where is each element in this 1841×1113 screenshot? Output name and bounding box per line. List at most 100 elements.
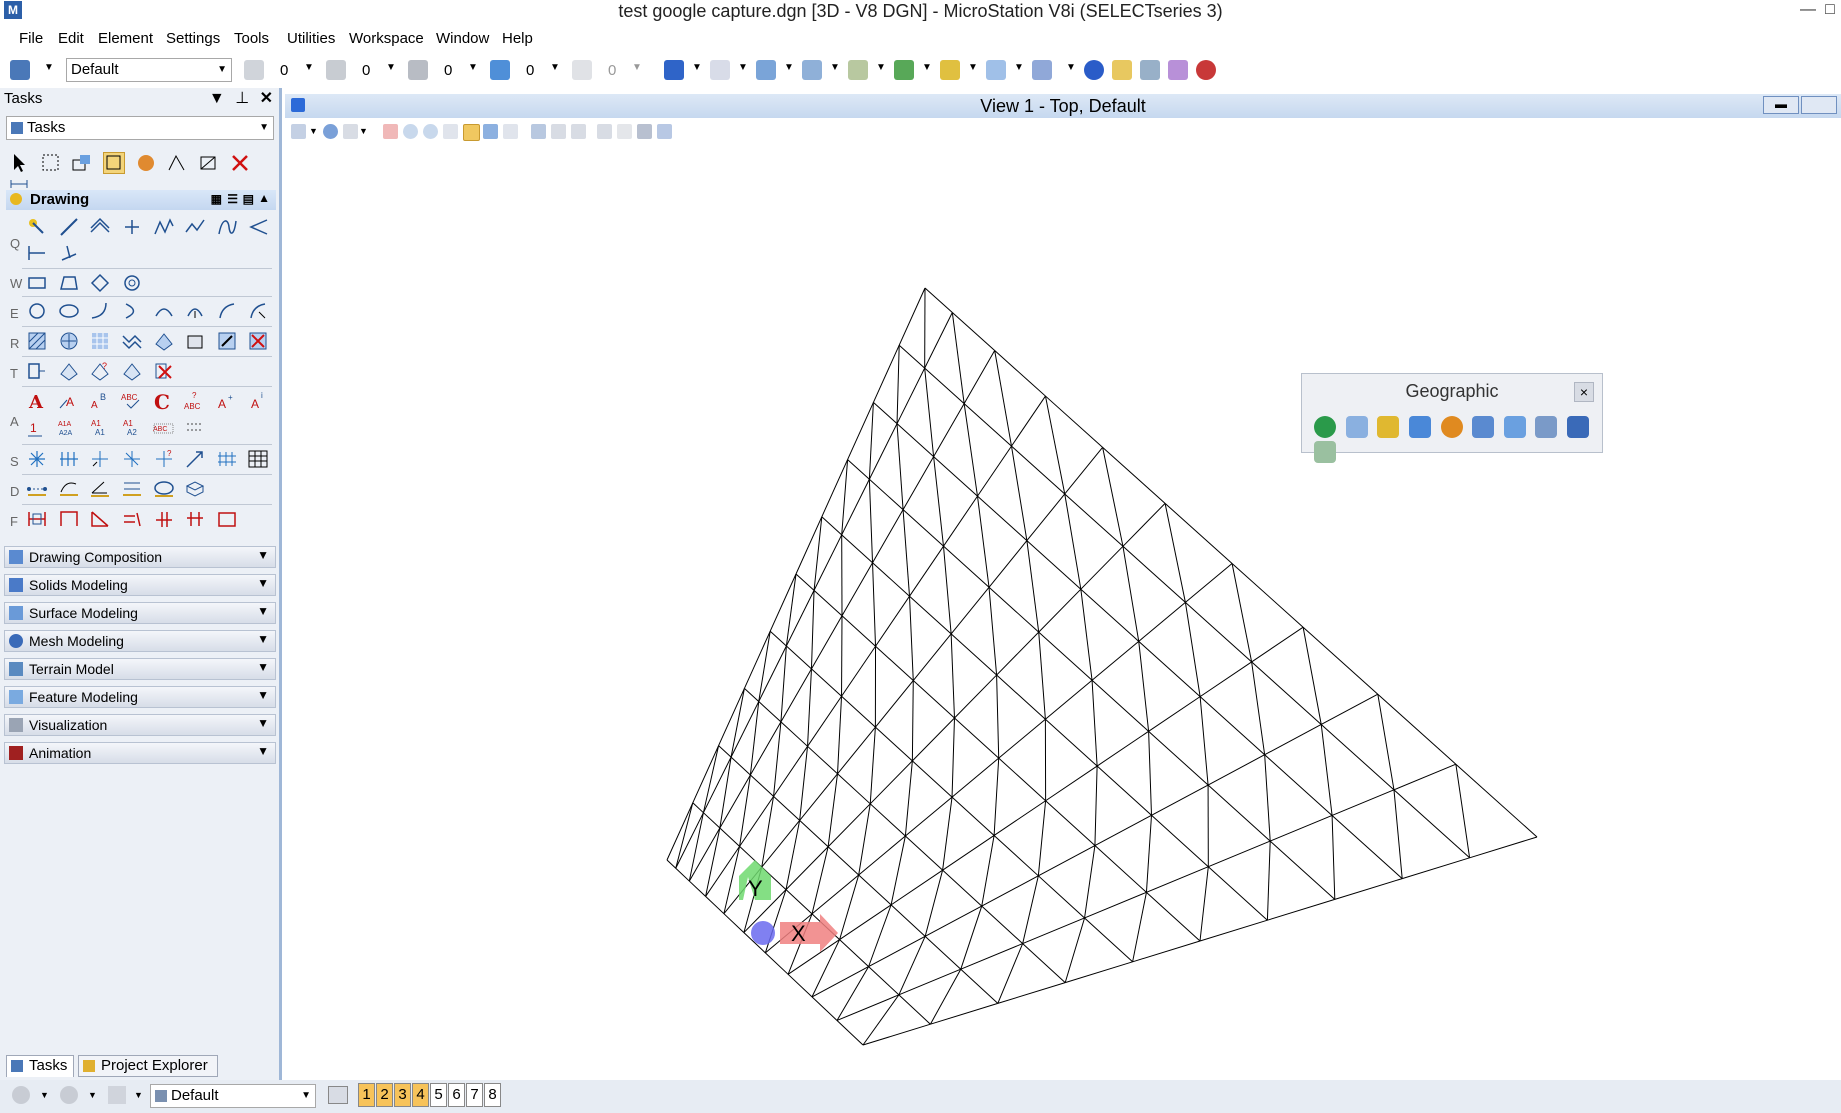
transparency-icon[interactable] bbox=[490, 60, 510, 80]
place-polyline-icon[interactable] bbox=[184, 216, 206, 238]
modify-arc-radius-icon[interactable] bbox=[184, 300, 206, 322]
menu-file[interactable]: File bbox=[19, 30, 43, 47]
view-toggle-3[interactable]: 3 bbox=[394, 1083, 411, 1107]
google-earth-icon[interactable] bbox=[1377, 416, 1400, 438]
place-multiline-icon[interactable] bbox=[89, 216, 111, 238]
place-stream-icon[interactable] bbox=[153, 216, 175, 238]
change-dimension-icon[interactable] bbox=[216, 448, 238, 470]
view-groups-icon[interactable] bbox=[328, 1086, 348, 1104]
fit-view-icon[interactable] bbox=[463, 124, 480, 141]
text-style-icon[interactable]: ABC bbox=[153, 416, 175, 438]
active-level-combo[interactable]: Default ▼ bbox=[66, 58, 232, 82]
tab-tasks[interactable]: Tasks bbox=[6, 1055, 74, 1077]
view-previous-icon[interactable] bbox=[531, 124, 546, 139]
raster-manager-icon[interactable] bbox=[802, 60, 822, 80]
weight-dropdown-arrow-icon[interactable]: ▼ bbox=[468, 62, 478, 73]
view-toggle-1[interactable]: 1 bbox=[358, 1083, 375, 1107]
tool-dropdown-arrow-icon[interactable]: ▼ bbox=[738, 62, 748, 73]
match-pattern-attributes-icon[interactable] bbox=[184, 330, 206, 352]
measure-volume-icon[interactable] bbox=[184, 478, 206, 500]
forward-icon[interactable] bbox=[60, 1086, 78, 1104]
models-icon[interactable] bbox=[756, 60, 776, 80]
select-coordinate-system-icon[interactable] bbox=[1345, 416, 1368, 438]
color-icon[interactable] bbox=[244, 60, 264, 80]
place-arc-icon[interactable] bbox=[89, 300, 111, 322]
priority-dropdown-arrow-icon[interactable]: ▼ bbox=[632, 62, 642, 73]
dimension-ordinate-icon[interactable]: ? bbox=[153, 448, 175, 470]
dimension-linear-icon[interactable] bbox=[58, 448, 80, 470]
detail-view-toggle-icon[interactable]: ▤ bbox=[243, 192, 254, 206]
list-view-toggle-icon[interactable]: ☰ bbox=[227, 192, 238, 206]
place-cell-matrix-icon[interactable] bbox=[58, 360, 80, 382]
follow-google-earth-icon[interactable] bbox=[1503, 416, 1526, 438]
place-half-ellipse-icon[interactable] bbox=[121, 300, 143, 322]
zoom-in-icon[interactable] bbox=[403, 124, 418, 139]
place-circle-icon[interactable] bbox=[26, 300, 48, 322]
tool-dropdown-arrow-icon[interactable]: ▼ bbox=[968, 62, 978, 73]
place-line-icon[interactable] bbox=[58, 216, 80, 238]
manipulate-icon[interactable] bbox=[71, 152, 93, 174]
dimension-radial-icon[interactable] bbox=[121, 448, 143, 470]
section-drawing-composition[interactable]: Drawing Composition ▼ bbox=[4, 546, 276, 568]
place-shape-icon[interactable] bbox=[58, 272, 80, 294]
spell-checker-icon[interactable]: AB bbox=[89, 390, 111, 412]
place-ellipse-icon[interactable] bbox=[58, 300, 80, 322]
modify-element-icon[interactable] bbox=[26, 508, 48, 530]
tool-dropdown-arrow-icon[interactable]: ▼ bbox=[922, 62, 932, 73]
view-toggle-6[interactable]: 6 bbox=[448, 1083, 465, 1107]
modify-arc-angle-icon[interactable] bbox=[216, 300, 238, 322]
model-icon[interactable] bbox=[108, 1086, 126, 1104]
minimize-button[interactable]: — bbox=[1796, 0, 1820, 22]
place-text-icon[interactable]: A bbox=[26, 390, 48, 413]
tool-dropdown-arrow-icon[interactable]: ▼ bbox=[1066, 62, 1076, 73]
info-icon[interactable] bbox=[1084, 60, 1104, 80]
level-dropdown-arrow-icon[interactable]: ▼ bbox=[44, 62, 54, 73]
modify-arc-axis-icon[interactable] bbox=[247, 300, 269, 322]
element-selection-icon[interactable] bbox=[8, 152, 30, 174]
change-text-attributes-icon[interactable]: C bbox=[153, 390, 175, 414]
copy-increment-data-icon[interactable]: A1 A2 bbox=[121, 416, 143, 438]
place-orthogonal-shape-icon[interactable] bbox=[89, 272, 111, 294]
line-style-icon[interactable] bbox=[326, 60, 346, 80]
place-active-cell-icon[interactable] bbox=[26, 360, 48, 382]
view-toggle-8[interactable]: 8 bbox=[484, 1083, 501, 1107]
section-solids-modeling[interactable]: Solids Modeling ▼ bbox=[4, 574, 276, 596]
transparency-dropdown-arrow-icon[interactable]: ▼ bbox=[550, 62, 560, 73]
select-and-place-cell-icon[interactable]: ? bbox=[89, 360, 111, 382]
extend-line-icon[interactable] bbox=[89, 508, 111, 530]
trim-to-element-icon[interactable] bbox=[153, 508, 175, 530]
zoom-out-icon[interactable] bbox=[423, 124, 438, 139]
place-curve-icon[interactable] bbox=[216, 216, 238, 238]
drawing-canvas[interactable]: Y X Geographic × bbox=[285, 144, 1841, 1080]
place-leader-icon[interactable] bbox=[184, 448, 206, 470]
fill-icon[interactable] bbox=[216, 330, 238, 352]
close-button[interactable]: × bbox=[1574, 382, 1594, 402]
saved-views-icon[interactable] bbox=[848, 60, 868, 80]
section-terrain-model[interactable]: Terrain Model ▼ bbox=[4, 658, 276, 680]
folder-icon[interactable] bbox=[1112, 60, 1132, 80]
references-icon[interactable] bbox=[710, 60, 730, 80]
view-next-icon[interactable] bbox=[551, 124, 566, 139]
change-attributes-icon[interactable] bbox=[135, 152, 157, 174]
display-styles-icon[interactable] bbox=[940, 60, 960, 80]
window-area-icon[interactable] bbox=[443, 124, 458, 139]
fill-in-enter-data-icon[interactable]: A1 A1 bbox=[89, 416, 111, 438]
construct-line-aa-icon[interactable] bbox=[26, 242, 48, 264]
show-pattern-attributes-icon[interactable] bbox=[153, 330, 175, 352]
place-quarter-ellipse-icon[interactable] bbox=[153, 300, 175, 322]
intellitrim-icon[interactable] bbox=[216, 508, 238, 530]
linear-pattern-icon[interactable] bbox=[121, 330, 143, 352]
chevron-down-icon[interactable]: ▼ bbox=[134, 1090, 143, 1100]
edit-text-icon[interactable]: A bbox=[58, 390, 80, 412]
level-display-icon[interactable] bbox=[894, 60, 914, 80]
tool-dropdown-arrow-icon[interactable]: ▼ bbox=[830, 62, 840, 73]
close-icon[interactable]: ✕ bbox=[260, 90, 273, 107]
menu-workspace[interactable]: Workspace bbox=[349, 30, 424, 47]
view-toggle-4[interactable]: 4 bbox=[412, 1083, 429, 1107]
drawing-section-header[interactable]: Drawing ▦ ☰ ▤ ▲ bbox=[6, 190, 276, 210]
view-toggle-2[interactable]: 2 bbox=[376, 1083, 393, 1107]
level-manager-icon[interactable] bbox=[10, 60, 30, 80]
construct-perpendicular-icon[interactable] bbox=[58, 242, 80, 264]
panel-menu-icon[interactable]: ▼ bbox=[209, 90, 225, 107]
place-table-icon[interactable] bbox=[247, 448, 269, 470]
